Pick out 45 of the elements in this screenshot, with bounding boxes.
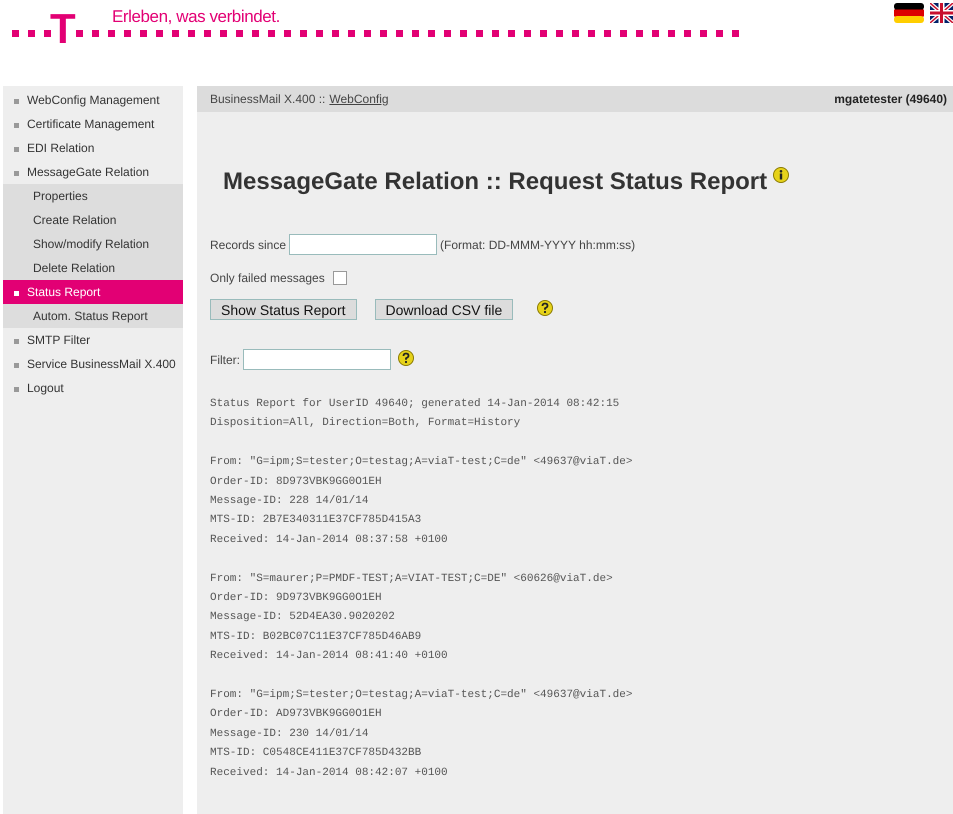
records-since-field[interactable] <box>289 234 438 255</box>
report-line: MTS-ID: 2B7E340311E37CF785D415A3 <box>210 513 422 528</box>
only-failed-checkbox[interactable] <box>332 271 347 285</box>
records-since-label: Records since <box>210 236 286 254</box>
brand-tagline: Erleben, was verbindet. <box>112 8 280 25</box>
sidebar-item[interactable]: MessageGate Relation <box>3 160 183 184</box>
sidebar-item[interactable]: Service BusinessMail X.400 <box>3 352 183 376</box>
form-button[interactable]: Show Status Report <box>210 299 357 320</box>
report-line: From: "S=maurer;P=PMDF-TEST;A=VIAT-TEST;C=DE" <60626@viaT.de> <box>210 572 613 587</box>
info-icon[interactable] <box>773 167 790 183</box>
form-button[interactable]: Download CSV file <box>374 299 514 320</box>
user-name: mgatetester (49640) <box>834 91 947 108</box>
report-line: Status Report for UserID 49640; generated 14-Jan-2014 08:42:15 <box>210 397 620 412</box>
report-line: Order-ID: 9D973VBK9GG0O1EH <box>210 591 382 606</box>
report-line: Message-ID: 228 14/01/14 <box>210 494 368 510</box>
report-line: Received: 14-Jan-2014 08:41:40 +0100 <box>210 649 448 664</box>
report-line: Order-ID: AD973VBK9GG0O1EH <box>210 707 382 722</box>
filter-field[interactable] <box>243 349 391 370</box>
report-line: Received: 14-Jan-2014 08:42:07 +0100 <box>210 766 448 781</box>
help-icon[interactable] <box>537 300 554 316</box>
filter-label: Filter: <box>210 352 240 368</box>
only-failed-label: Only failed messages <box>210 270 325 287</box>
webconfig-link[interactable]: WebConfig <box>329 90 389 108</box>
brand-logo-letter: T <box>50 8 76 50</box>
report-line: Message-ID: 52D4EA30.9020202 <box>210 610 395 626</box>
sidebar-item[interactable]: Status Report <box>3 280 183 304</box>
sidebar-item[interactable]: SMTP Filter <box>3 328 183 352</box>
format-hint: (Format: DD-MMM-YYYY hh:mm:ss) <box>440 236 636 254</box>
report-line: From: "G=ipm;S=tester;O=testag;A=viaT-test;C=de" <49637@viaT.de> <box>210 688 632 704</box>
report-line: MTS-ID: C0548CE411E37CF785D432BB <box>210 746 422 762</box>
page-title: MessageGate Relation :: Request Status Report <box>223 170 768 194</box>
sidebar-item[interactable]: Logout <box>3 376 183 400</box>
sidebar-item[interactable]: WebConfig Management <box>3 88 183 112</box>
help-icon[interactable] <box>398 350 414 366</box>
report-line: From: "G=ipm;S=tester;O=testag;A=viaT-test;C=de" <49637@viaT.de> <box>210 455 632 470</box>
sidebar-item[interactable]: Certificate Management <box>3 112 183 136</box>
german-flag-icon[interactable] <box>894 3 924 23</box>
report-line: Disposition=All, Direction=Both, Format=History <box>210 416 520 432</box>
british-flag-icon[interactable] <box>930 3 953 23</box>
report-line: MTS-ID: B02BC07C11E37CF785D46AB9 <box>210 630 422 645</box>
breadcrumb-text: BusinessMail X.400 :: <box>210 91 326 108</box>
report-line: Received: 14-Jan-2014 08:37:58 +0100 <box>210 532 448 548</box>
report-line: Order-ID: 8D973VBK9GG0O1EH <box>210 474 382 490</box>
sidebar-item[interactable]: EDI Relation <box>3 136 183 160</box>
report-line: Message-ID: 230 14/01/14 <box>210 726 368 742</box>
